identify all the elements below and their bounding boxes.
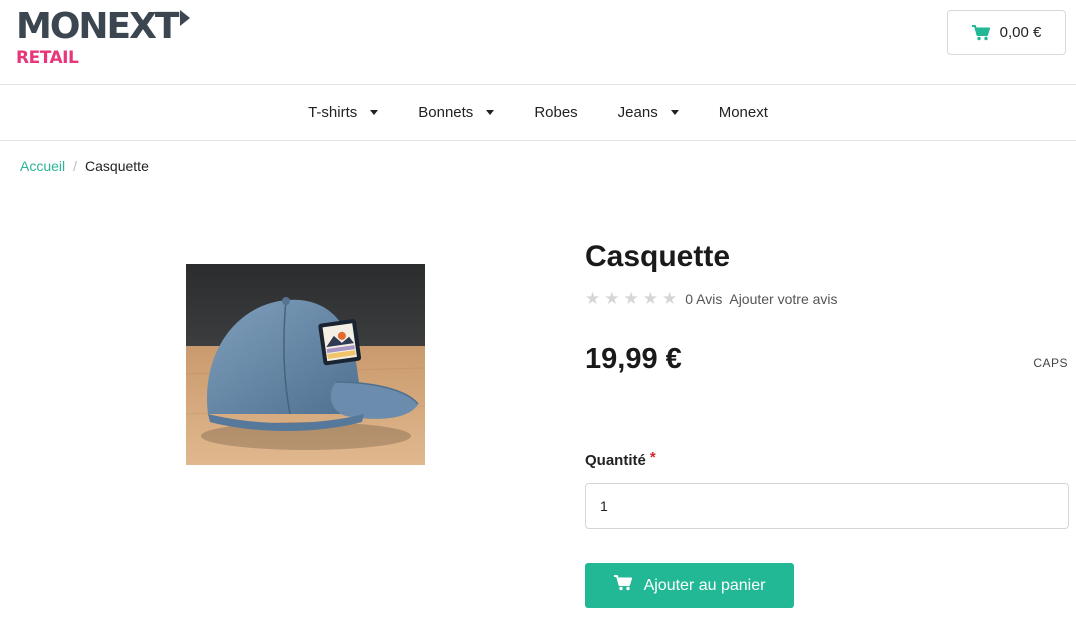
nav-item-label: Robes xyxy=(534,104,578,121)
quantity-label: Quantité * xyxy=(585,449,656,469)
add-to-cart-button[interactable]: Ajouter au panier xyxy=(585,563,794,608)
nav-item-label: Bonnets xyxy=(418,104,474,121)
star-icon: ★ xyxy=(604,289,620,308)
logo-subtitle: RETAIL xyxy=(16,48,79,68)
product-sku: CAPS xyxy=(1033,356,1068,370)
quantity-input[interactable] xyxy=(585,483,1069,529)
star-icon: ★ xyxy=(662,289,678,308)
star-icon: ★ xyxy=(623,289,639,308)
nav-item-monext[interactable]: Monext xyxy=(699,85,788,141)
nav-item-jeans[interactable]: Jeans xyxy=(598,85,699,141)
breadcrumb: Accueil / Casquette xyxy=(20,158,149,174)
breadcrumb-separator: / xyxy=(73,158,78,174)
cart-icon xyxy=(971,24,990,41)
rating-stars: ★ ★ ★ ★ ★ xyxy=(585,290,677,307)
product-image[interactable] xyxy=(186,264,425,465)
main-nav: T-shirts Bonnets Robes Jeans Monext xyxy=(0,85,1076,141)
caret-down-icon xyxy=(370,110,379,115)
product-title: Casquette xyxy=(585,240,731,273)
breadcrumb-home-link[interactable]: Accueil xyxy=(20,158,65,174)
logo-wordmark: MONEXT xyxy=(16,6,179,47)
product-rating: ★ ★ ★ ★ ★ 0 Avis Ajouter votre avis xyxy=(585,290,838,307)
quantity-label-text: Quantité xyxy=(585,452,646,469)
star-icon: ★ xyxy=(642,289,658,308)
review-count[interactable]: 0 Avis xyxy=(685,291,722,307)
nav-item-label: T-shirts xyxy=(308,104,358,121)
star-icon: ★ xyxy=(585,289,601,308)
cart-button[interactable]: 0,00 € xyxy=(947,10,1066,55)
nav-item-robes[interactable]: Robes xyxy=(514,85,597,141)
nav-item-label: Jeans xyxy=(617,104,658,121)
nav-item-tshirts[interactable]: T-shirts xyxy=(288,85,398,141)
cart-total: 0,00 € xyxy=(999,24,1042,41)
add-to-cart-label: Ajouter au panier xyxy=(643,576,766,594)
nav-item-label: Monext xyxy=(718,104,768,121)
caret-down-icon xyxy=(670,110,679,115)
add-review-link[interactable]: Ajouter votre avis xyxy=(729,291,837,307)
breadcrumb-current: Casquette xyxy=(85,158,149,174)
product-price: 19,99 € xyxy=(585,343,682,375)
site-header: MONEXT RETAIL 0,00 € xyxy=(0,0,1076,85)
cart-icon xyxy=(613,575,632,596)
nav-item-bonnets[interactable]: Bonnets xyxy=(398,85,514,141)
logo-arrow-icon xyxy=(180,10,190,26)
required-marker: * xyxy=(649,449,656,466)
caret-down-icon xyxy=(486,110,495,115)
brand-logo[interactable]: MONEXT RETAIL xyxy=(16,8,196,70)
